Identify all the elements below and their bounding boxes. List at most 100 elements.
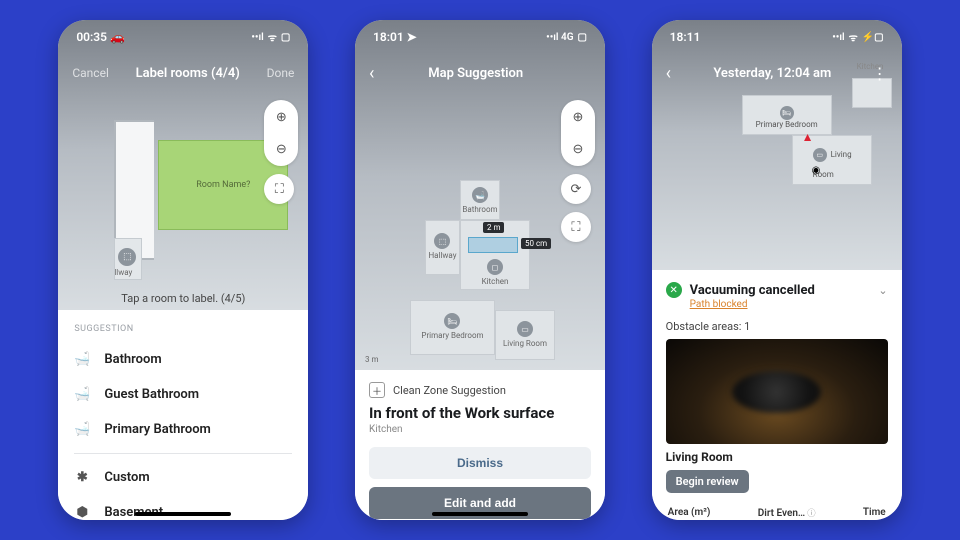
bathroom-icon: 🛁 — [74, 387, 90, 402]
begin-review-button[interactable]: Begin review — [666, 470, 749, 493]
dismiss-button[interactable]: Dismiss — [369, 447, 591, 479]
room-primary-bedroom[interactable]: 🛏 Primary Bedroom — [410, 300, 495, 355]
col-dirt: Dirt Even… ⓘ — [758, 507, 816, 519]
suggestion-custom[interactable]: ✱ Custom — [58, 460, 308, 495]
suggestion-basement[interactable]: ⬢ Basement — [58, 495, 308, 520]
room-label: Living Room — [496, 339, 554, 348]
room-hallway[interactable]: ⬚ Hallway — [425, 220, 460, 275]
statusbar: 18:11 ••ıl ᯤ ⚡▢ — [652, 20, 902, 54]
scale-label: 3 m — [365, 355, 379, 364]
zoom-control-group: ⊕ ⊖ — [264, 100, 298, 166]
kitchen-icon: ◻ — [487, 259, 503, 275]
nav-title: Map Suggestion — [428, 66, 523, 81]
back-button[interactable]: ‹ — [369, 63, 374, 84]
fit-icon: ⛶ — [571, 220, 580, 235]
room-label: Kitchen — [461, 277, 529, 286]
basement-icon: ⬢ — [74, 505, 90, 520]
battery-icon: ▢ — [281, 32, 290, 43]
navbar: ‹ Map Suggestion — [355, 54, 605, 92]
map-controls: ⊕ ⊖ ⛶ — [264, 100, 298, 204]
map-controls: ⊕ ⊖ ⟳ ⛶ — [561, 100, 595, 242]
status-cancel-icon: ✕ — [666, 282, 682, 298]
zoom-out-icon: ⊖ — [276, 142, 287, 157]
sofa-icon: ▭ — [813, 148, 827, 162]
suggestion-label: Custom — [104, 470, 149, 485]
status-title: Vacuuming cancelled — [690, 283, 815, 298]
col-time: Time — [863, 507, 886, 519]
col-area: Area (m²) — [668, 507, 711, 519]
more-options-button[interactable]: ⋮ — [872, 64, 888, 83]
hallway-label: llway — [114, 268, 132, 277]
wifi-icon: ᯤ — [268, 30, 277, 44]
zoom-out-button[interactable]: ⊖ — [268, 136, 294, 162]
custom-icon: ✱ — [74, 470, 90, 485]
dock-icon: ◉ — [812, 165, 821, 176]
stats-columns: Area (m²) Dirt Even… ⓘ Time — [666, 507, 888, 519]
cancel-button[interactable]: Cancel — [72, 66, 109, 80]
status-right: ••ıl ᯤ ⚡▢ — [832, 30, 883, 44]
bed-icon: 🛏 — [780, 106, 794, 120]
fit-icon: ⛶ — [275, 182, 284, 197]
rotate-button[interactable]: ⟳ — [561, 174, 591, 204]
sheet-title: In front of the Work surface — [369, 404, 591, 422]
room-primary-bedroom[interactable]: 🛏 Primary Bedroom — [742, 95, 832, 135]
room-label: Primary Bedroom — [411, 331, 494, 340]
zone-suggestion-sheet: ＋ Clean Zone Suggestion In front of the … — [355, 370, 605, 520]
obstacle-image[interactable] — [666, 339, 888, 444]
alert-icon[interactable]: ▲ — [802, 130, 814, 144]
suggestion-primary-bathroom[interactable]: 🛁 Primary Bathroom — [58, 412, 308, 447]
home-indicator[interactable] — [135, 512, 231, 516]
suggestion-label: Guest Bathroom — [104, 387, 199, 402]
hallway-icon: ⬚ — [434, 233, 450, 249]
navbar: ‹ Yesterday, 12:04 am — [652, 54, 902, 92]
bathroom-icon: 🛁 — [74, 422, 90, 437]
dimension-height: 50 cm — [521, 238, 551, 249]
statusbar: 00:35 🚗 ••ıl ᯤ ▢ — [58, 20, 308, 54]
clean-zone-rect[interactable] — [468, 237, 518, 253]
room-label: Bathroom — [461, 205, 499, 214]
zoom-out-icon: ⊖ — [573, 142, 584, 157]
reason-link[interactable]: Path blocked — [690, 299, 888, 310]
bed-icon: 🛏 — [444, 313, 460, 329]
zoom-control-group: ⊕ ⊖ — [561, 100, 595, 166]
home-indicator[interactable] — [432, 512, 528, 516]
status-right: ••ıl 4G ▢ — [546, 32, 587, 43]
room-living-room[interactable]: ▭ Living Room — [495, 310, 555, 360]
done-button[interactable]: Done — [267, 66, 295, 80]
status-row[interactable]: ✕ Vacuuming cancelled ⌄ — [666, 282, 888, 298]
bathroom-icon: 🛁 — [472, 187, 488, 203]
zoom-in-button[interactable]: ⊕ — [565, 104, 591, 130]
zoom-out-button[interactable]: ⊖ — [565, 136, 591, 162]
room-bathroom[interactable]: 🛁 Bathroom — [460, 180, 500, 220]
battery-icon: ▢ — [578, 32, 587, 43]
bathroom-icon: 🛁 — [74, 352, 90, 367]
back-button[interactable]: ‹ — [666, 63, 671, 84]
divider — [74, 453, 292, 454]
wifi-icon: ᯤ — [849, 30, 858, 44]
suggestion-bathroom[interactable]: 🛁 Bathroom — [58, 342, 308, 377]
add-zone-icon: ＋ — [369, 382, 385, 398]
sheet-badge-row: ＋ Clean Zone Suggestion — [369, 382, 591, 398]
room-label: Primary Bedroom — [743, 120, 831, 129]
phone-cleaning-history: 18:11 ••ıl ᯤ ⚡▢ ‹ Yesterday, 12:04 am ⋮ … — [652, 20, 902, 520]
suggestion-guest-bathroom[interactable]: 🛁 Guest Bathroom — [58, 377, 308, 412]
fit-button[interactable]: ⛶ — [561, 212, 591, 242]
dimension-width: 2 m — [483, 222, 505, 233]
room-label: Hallway — [426, 251, 459, 260]
hint-text: Tap a room to label. (4/5) — [58, 292, 308, 305]
battery-icon: ⚡▢ — [862, 32, 884, 43]
nav-title: Label rooms (4/4) — [136, 66, 240, 81]
sheet-subtitle: Kitchen — [369, 424, 591, 435]
status-sheet: ✕ Vacuuming cancelled ⌄ Path blocked Obs… — [652, 270, 902, 520]
fit-button[interactable]: ⛶ — [264, 174, 294, 204]
signal-icon: ••ıl — [832, 32, 844, 43]
navbar: Cancel Label rooms (4/4) Done — [58, 54, 308, 92]
chevron-down-icon: ⌄ — [878, 284, 887, 297]
sheet-badge: Clean Zone Suggestion — [393, 384, 506, 397]
suggestion-label: Primary Bathroom — [104, 422, 211, 437]
rotate-icon: ⟳ — [571, 182, 582, 197]
signal-icon: ••ıl 4G — [546, 32, 573, 43]
obstacle-count: Obstacle areas: 1 — [666, 320, 888, 333]
zoom-in-button[interactable]: ⊕ — [268, 104, 294, 130]
zoom-in-icon: ⊕ — [573, 110, 584, 125]
